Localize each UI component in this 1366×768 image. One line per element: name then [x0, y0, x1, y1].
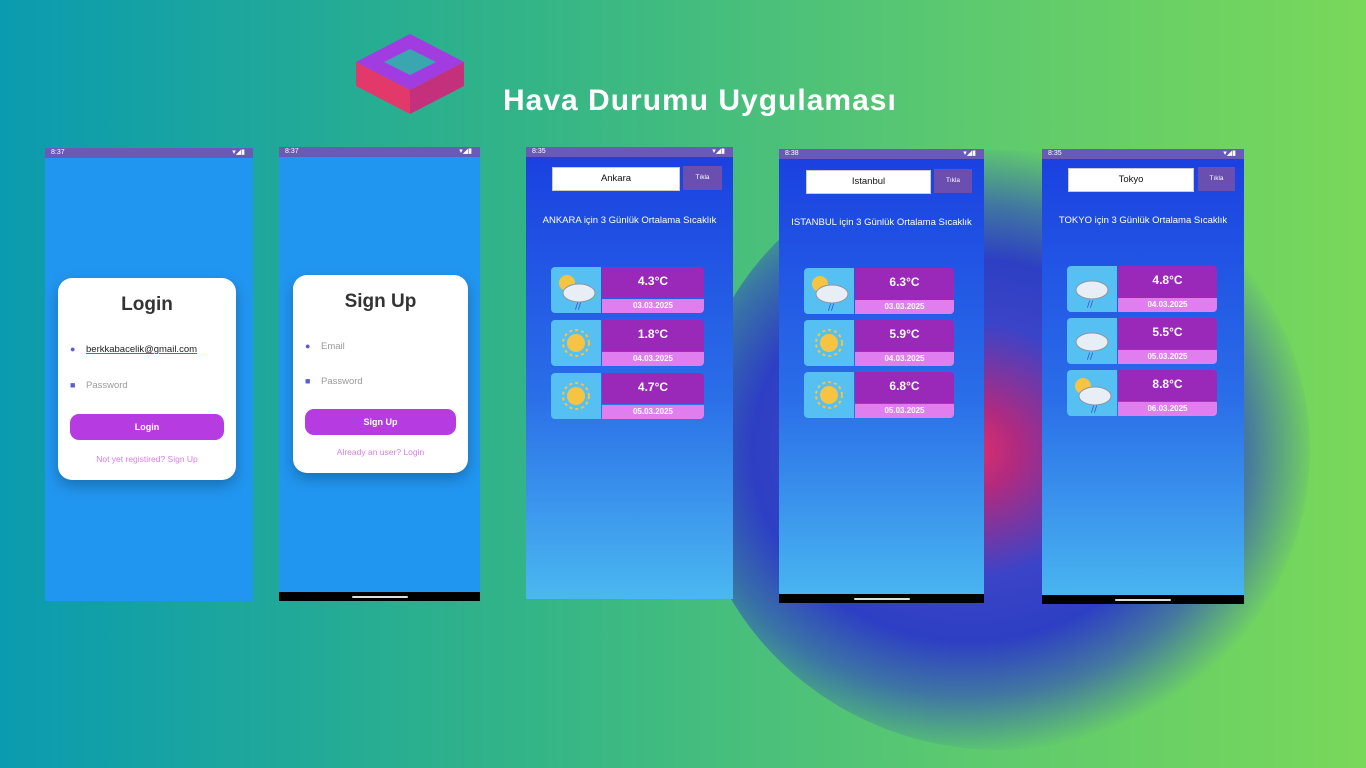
date: 04.03.2025	[855, 352, 954, 366]
home-indicator[interactable]	[351, 596, 408, 598]
status-bar: 8:35 ▾◢▮	[1042, 149, 1244, 159]
temperature: 8.8°C	[1118, 370, 1217, 401]
forecast-row: 5.9°C 04.03.2025	[804, 320, 954, 366]
weather-screen-ankara: 8:35 ▾◢▮ Ankara Tıkla ANKARA için 3 Günl…	[526, 147, 733, 599]
signup-title: Sign Up	[344, 291, 417, 312]
search-button[interactable]: Tıkla	[1198, 167, 1235, 191]
forecast-row: 1.8°C 04.03.2025	[551, 320, 704, 366]
cloud-rain-icon: //	[1067, 318, 1117, 364]
forecast-heading: ANKARA için 3 Günlük Ortalama Sıcaklık	[542, 215, 717, 226]
login-button[interactable]: Login	[70, 414, 224, 440]
page-title: Hava Durumu Uygulaması	[503, 84, 897, 117]
sun-cloud-rain-icon: //	[804, 268, 854, 314]
city-input[interactable]: Tokyo	[1068, 168, 1194, 192]
lock-icon: ■	[305, 376, 311, 386]
svg-text://: //	[1087, 300, 1094, 310]
date: 03.03.2025	[602, 299, 704, 313]
email-field[interactable]: ● berkkabacelik@gmail.com	[70, 342, 224, 360]
cloud-rain-icon: //	[1067, 266, 1117, 312]
status-bar: 8:38 ▾◢▮	[779, 149, 984, 159]
email-field[interactable]: ● Email	[305, 339, 456, 357]
svg-text://: //	[828, 303, 835, 313]
home-indicator[interactable]	[853, 598, 910, 600]
signup-button[interactable]: Sign Up	[305, 409, 456, 435]
forecast-row: // 5.5°C 05.03.2025	[1067, 318, 1217, 364]
search-button[interactable]: Tıkla	[683, 166, 722, 190]
temperature: 4.3°C	[602, 267, 704, 298]
app-logo	[356, 34, 464, 114]
lock-icon: ■	[70, 380, 76, 390]
status-bar: 8:37 ▾◢▮	[279, 147, 480, 157]
date: 06.03.2025	[1118, 402, 1217, 416]
date: 05.03.2025	[1118, 350, 1217, 364]
city-input[interactable]: Istanbul	[806, 170, 931, 194]
nav-bar	[1042, 595, 1244, 604]
sun-cloud-rain-icon: //	[1067, 370, 1117, 416]
user-icon: ●	[305, 341, 311, 351]
forecast-row: // 8.8°C 06.03.2025	[1067, 370, 1217, 416]
sun-icon	[804, 372, 854, 418]
forecast-row: 4.7°C 05.03.2025	[551, 373, 704, 419]
city-input[interactable]: Ankara	[552, 167, 680, 191]
svg-text://: //	[575, 302, 582, 312]
date: 05.03.2025	[855, 404, 954, 418]
forecast-row: // 4.3°C 03.03.2025	[551, 267, 704, 313]
signup-link[interactable]: Not yet registired? Sign Up	[58, 454, 236, 464]
signup-card: Sign Up ● Email ■ Password Sign Up Alrea…	[293, 275, 468, 473]
user-icon: ●	[70, 344, 76, 354]
sun-icon	[551, 320, 601, 366]
login-link[interactable]: Already an user? Login	[293, 447, 468, 457]
svg-text://: //	[1087, 352, 1094, 362]
forecast-row: 6.8°C 05.03.2025	[804, 372, 954, 418]
home-indicator[interactable]	[1115, 599, 1171, 601]
sun-cloud-rain-icon: //	[551, 267, 601, 313]
login-title: Login	[121, 294, 173, 315]
temperature: 5.9°C	[855, 320, 954, 351]
forecast-heading: TOKYO için 3 Günlük Ortalama Sıcaklık	[1058, 215, 1228, 226]
nav-bar	[279, 592, 480, 601]
date: 04.03.2025	[602, 352, 704, 366]
weather-screen-istanbul: 8:38 ▾◢▮ Istanbul Tıkla ISTANBUL için 3 …	[779, 149, 984, 603]
sun-icon	[551, 373, 601, 419]
sun-icon	[804, 320, 854, 366]
search-button[interactable]: Tıkla	[934, 169, 972, 193]
temperature: 6.8°C	[855, 372, 954, 403]
signup-screen: 8:37 ▾◢▮ Sign Up ● Email ■ Password Sign…	[279, 147, 480, 601]
temperature: 6.3°C	[855, 268, 954, 299]
weather-screen-tokyo: 8:35 ▾◢▮ Tokyo Tıkla TOKYO için 3 Günlük…	[1042, 149, 1244, 604]
forecast-row: // 4.8°C 04.03.2025	[1067, 266, 1217, 312]
temperature: 4.8°C	[1118, 266, 1217, 297]
temperature: 1.8°C	[602, 320, 704, 351]
temperature: 5.5°C	[1118, 318, 1217, 349]
login-screen: 8:37 ▾◢▮ Login ● berkkabacelik@gmail.com…	[45, 148, 253, 601]
nav-bar	[779, 594, 984, 603]
forecast-heading: ISTANBUL için 3 Günlük Ortalama Sıcaklık	[791, 217, 972, 228]
forecast-row: // 6.3°C 03.03.2025	[804, 268, 954, 314]
password-field[interactable]: ■ Password	[305, 374, 456, 392]
svg-text://: //	[1091, 405, 1098, 415]
date: 04.03.2025	[1118, 298, 1217, 312]
login-card: Login ● berkkabacelik@gmail.com ■ Passwo…	[58, 278, 236, 480]
date: 03.03.2025	[855, 300, 954, 314]
status-bar: 8:35 ▾◢▮	[526, 147, 733, 157]
password-field[interactable]: ■ Password	[70, 378, 224, 396]
status-bar: 8:37 ▾◢▮	[45, 148, 253, 158]
temperature: 4.7°C	[602, 373, 704, 404]
date: 05.03.2025	[602, 405, 704, 419]
